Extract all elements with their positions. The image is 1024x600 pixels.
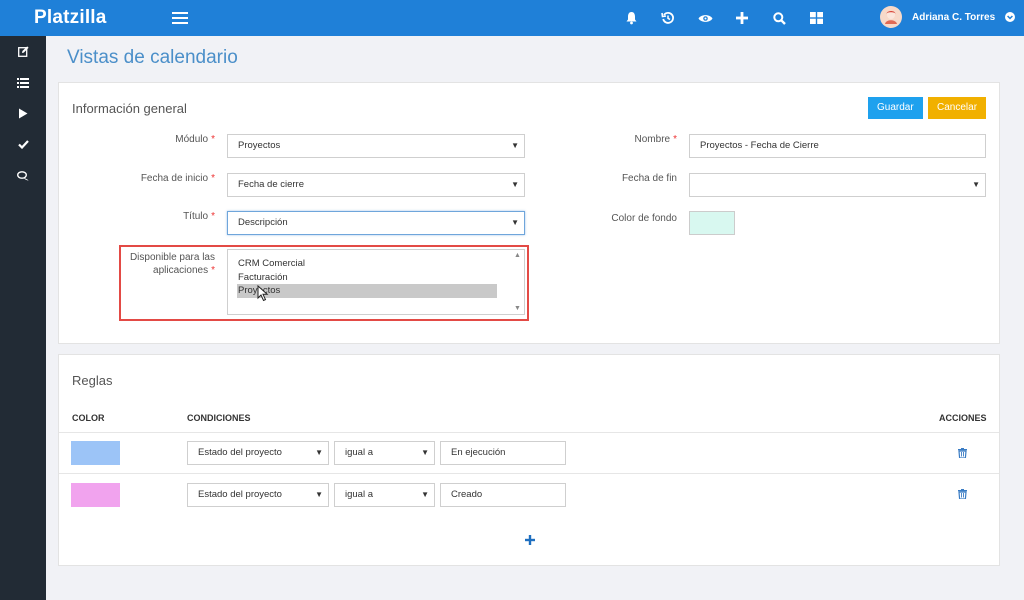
save-button[interactable]: Guardar: [868, 97, 923, 119]
caret-down-icon: ▼: [315, 448, 323, 457]
rule-value-input[interactable]: En ejecución: [440, 441, 566, 465]
check-icon: [17, 140, 29, 149]
title-label: Título *: [183, 211, 215, 222]
module-label: Módulo *: [175, 134, 215, 145]
eye-icon[interactable]: [697, 10, 713, 26]
user-menu[interactable]: Adriana C. Torres: [880, 6, 1016, 28]
caret-down-icon: ▼: [421, 490, 429, 499]
rule-field-select[interactable]: Estado del proyecto ▼: [187, 483, 329, 507]
start-date-label: Fecha de inicio *: [140, 173, 215, 184]
start-date-select[interactable]: Fecha de cierre ▼: [227, 173, 525, 197]
sidebar: [0, 36, 46, 600]
add-rule-plus-icon[interactable]: [525, 535, 535, 545]
sidebar-item-check[interactable]: [0, 129, 46, 160]
edit-icon: [17, 46, 29, 57]
sidebar-item-chat[interactable]: [0, 160, 46, 191]
caret-down-icon: ▼: [511, 141, 519, 150]
caret-down-icon: ▼: [511, 218, 519, 227]
divider: [59, 432, 999, 433]
trash-icon[interactable]: [958, 448, 967, 458]
rules-heading: Reglas: [72, 373, 113, 388]
history-icon[interactable]: [660, 10, 676, 26]
chevron-down-icon[interactable]: [1005, 12, 1016, 22]
cancel-button[interactable]: Cancelar: [928, 97, 987, 119]
end-date-select[interactable]: ▼: [689, 173, 986, 197]
chat-icon: [17, 170, 29, 180]
module-select[interactable]: Proyectos ▼: [227, 134, 525, 158]
rule-color-swatch[interactable]: [71, 441, 120, 465]
caret-down-icon: ▼: [972, 180, 980, 189]
play-icon: [19, 108, 28, 119]
title-select[interactable]: Descripción ▼: [227, 211, 525, 235]
grid-icon[interactable]: [808, 10, 824, 26]
bell-icon[interactable]: [623, 10, 639, 26]
search-icon[interactable]: [771, 10, 787, 26]
general-info-panel: Información general Guardar Cancelar Mód…: [58, 82, 1000, 344]
rule-operator-select[interactable]: igual a ▼: [334, 483, 435, 507]
col-header-color: COLOR: [72, 413, 105, 423]
plus-icon[interactable]: [734, 10, 750, 26]
menu-toggle-icon[interactable]: [172, 12, 188, 24]
top-bar: Platzilla Adriana C. Torres: [0, 0, 1024, 36]
highlight-box: [119, 245, 529, 321]
col-header-actions: ACCIONES: [939, 413, 987, 423]
rule-operator-select[interactable]: igual a ▼: [334, 441, 435, 465]
list-icon: [17, 77, 29, 88]
name-label: Nombre *: [634, 134, 677, 145]
rule-color-swatch[interactable]: [71, 483, 120, 507]
sidebar-item-play[interactable]: [0, 98, 46, 129]
end-date-label: Fecha de fin: [621, 173, 677, 184]
caret-down-icon: ▼: [315, 490, 323, 499]
page-title: Vistas de calendario: [67, 47, 238, 68]
rules-panel: Reglas COLOR CONDICIONES ACCIONES Estado…: [58, 354, 1000, 566]
sidebar-item-list[interactable]: [0, 67, 46, 98]
rule-value-input[interactable]: Creado: [440, 483, 566, 507]
caret-down-icon: ▼: [421, 448, 429, 457]
mouse-cursor-icon: [257, 285, 269, 302]
col-header-conditions: CONDICIONES: [187, 413, 251, 423]
avatar[interactable]: [880, 6, 902, 28]
bg-color-label: Color de fondo: [611, 213, 677, 224]
user-name[interactable]: Adriana C. Torres: [912, 12, 995, 23]
sidebar-item-edit[interactable]: [0, 36, 46, 67]
caret-down-icon: ▼: [511, 180, 519, 189]
top-icons: [623, 0, 824, 36]
brand-logo[interactable]: Platzilla: [0, 7, 140, 29]
general-info-heading: Información general: [72, 101, 187, 116]
bg-color-picker[interactable]: [689, 211, 735, 235]
name-input[interactable]: Proyectos - Fecha de Cierre: [689, 134, 986, 158]
divider: [59, 473, 999, 474]
rule-field-select[interactable]: Estado del proyecto ▼: [187, 441, 329, 465]
trash-icon[interactable]: [958, 489, 967, 499]
